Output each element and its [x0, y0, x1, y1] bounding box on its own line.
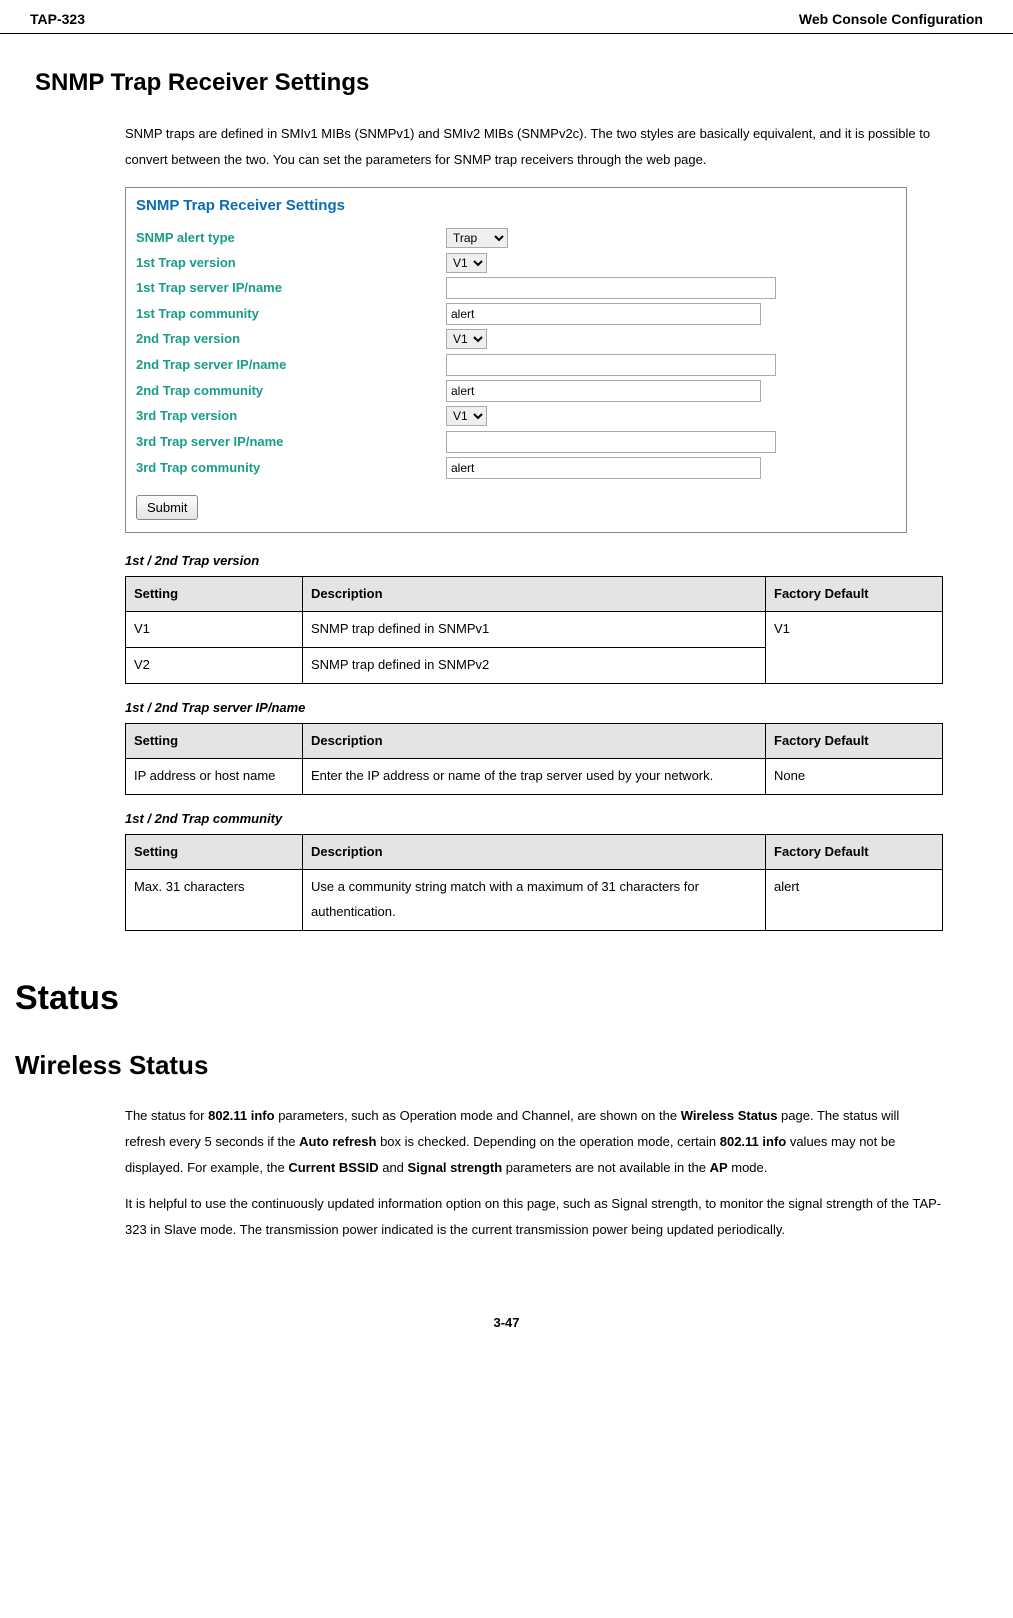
header-right: Web Console Configuration — [799, 8, 983, 30]
page-number: 3-47 — [0, 1253, 1013, 1364]
table1-caption: 1st / 2nd Trap version — [125, 551, 943, 572]
select-3rd-version[interactable]: V1 — [446, 406, 487, 426]
heading-wireless-status: Wireless Status — [15, 1045, 320, 1087]
label-2nd-community: 2nd Trap community — [136, 381, 446, 402]
label-1st-version: 1st Trap version — [136, 253, 446, 274]
label-2nd-server: 2nd Trap server IP/name — [136, 355, 446, 376]
select-alert-type[interactable]: Trap — [446, 228, 508, 248]
label-3rd-server: 3rd Trap server IP/name — [136, 432, 446, 453]
input-3rd-community[interactable] — [446, 457, 761, 479]
label-2nd-version: 2nd Trap version — [136, 329, 446, 350]
table-row: Max. 31 characters Use a community strin… — [126, 870, 943, 930]
cell-default: None — [766, 759, 943, 795]
panel-title: SNMP Trap Receiver Settings — [136, 194, 896, 218]
th-default: Factory Default — [766, 834, 943, 870]
th-setting: Setting — [126, 723, 303, 759]
input-1st-community[interactable] — [446, 303, 761, 325]
th-default: Factory Default — [766, 723, 943, 759]
th-description: Description — [303, 834, 766, 870]
th-default: Factory Default — [766, 576, 943, 612]
wireless-status-p1: The status for 802.11 info parameters, s… — [125, 1103, 943, 1181]
cell-setting: V2 — [126, 648, 303, 684]
cell-setting: IP address or host name — [126, 759, 303, 795]
table-trap-version: Setting Description Factory Default V1 S… — [125, 576, 943, 684]
th-description: Description — [303, 576, 766, 612]
section-snmp-title: SNMP Trap Receiver Settings — [35, 64, 943, 102]
input-2nd-community[interactable] — [446, 380, 761, 402]
wireless-status-p2: It is helpful to use the continuously up… — [125, 1191, 943, 1243]
table-row: V1 SNMP trap defined in SNMPv1 V1 — [126, 612, 943, 648]
section-snmp-intro: SNMP traps are defined in SMIv1 MIBs (SN… — [125, 121, 943, 173]
th-setting: Setting — [126, 576, 303, 612]
label-alert-type: SNMP alert type — [136, 228, 446, 249]
input-2nd-server[interactable] — [446, 354, 776, 376]
label-1st-community: 1st Trap community — [136, 304, 446, 325]
cell-default: V1 — [766, 612, 943, 683]
label-3rd-version: 3rd Trap version — [136, 406, 446, 427]
table-trap-community: Setting Description Factory Default Max.… — [125, 834, 943, 931]
cell-desc: SNMP trap defined in SNMPv2 — [303, 648, 766, 684]
input-3rd-server[interactable] — [446, 431, 776, 453]
header-left: TAP-323 — [30, 8, 85, 30]
label-3rd-community: 3rd Trap community — [136, 458, 446, 479]
select-1st-version[interactable]: V1 — [446, 253, 487, 273]
table2-caption: 1st / 2nd Trap server IP/name — [125, 698, 943, 719]
label-1st-server: 1st Trap server IP/name — [136, 278, 446, 299]
table-row: IP address or host name Enter the IP add… — [126, 759, 943, 795]
cell-desc: Enter the IP address or name of the trap… — [303, 759, 766, 795]
cell-desc: Use a community string match with a maxi… — [303, 870, 766, 930]
page-header: TAP-323 Web Console Configuration — [0, 0, 1013, 34]
submit-button[interactable]: Submit — [136, 495, 198, 520]
select-2nd-version[interactable]: V1 — [446, 329, 487, 349]
cell-desc: SNMP trap defined in SNMPv1 — [303, 612, 766, 648]
table-trap-server: Setting Description Factory Default IP a… — [125, 723, 943, 795]
th-setting: Setting — [126, 834, 303, 870]
snmp-settings-panel: SNMP Trap Receiver Settings SNMP alert t… — [125, 187, 907, 533]
table3-caption: 1st / 2nd Trap community — [125, 809, 943, 830]
cell-setting: V1 — [126, 612, 303, 648]
cell-setting: Max. 31 characters — [126, 870, 303, 930]
input-1st-server[interactable] — [446, 277, 776, 299]
cell-default: alert — [766, 870, 943, 930]
th-description: Description — [303, 723, 766, 759]
heading-status: Status — [15, 971, 943, 1025]
